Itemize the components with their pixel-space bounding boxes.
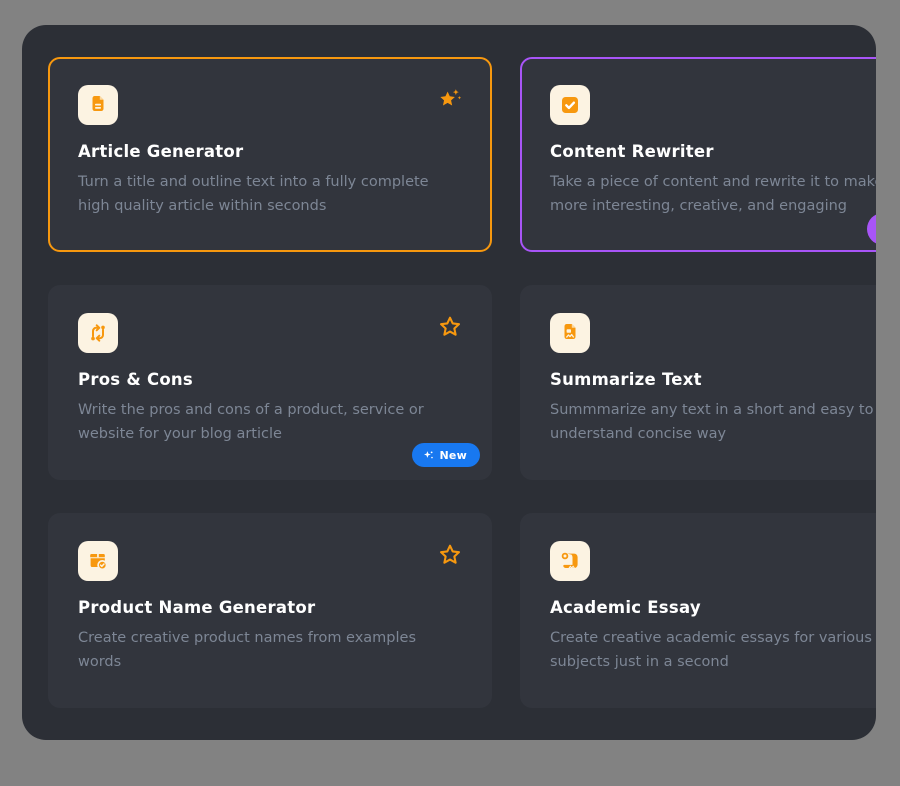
tool-card-content-rewriter[interactable]: Content Rewriter Take a piece of content…	[520, 57, 876, 252]
favorite-star-outline-icon[interactable]	[436, 313, 464, 341]
tool-card-product-name-generator[interactable]: Product Name Generator Create creative p…	[48, 513, 492, 708]
card-title: Pros & Cons	[78, 370, 462, 389]
card-description: Write the pros and cons of a product, se…	[78, 398, 462, 446]
card-description: Create creative product names from examp…	[78, 626, 462, 674]
card-title: Content Rewriter	[550, 142, 876, 161]
article-document-icon	[78, 85, 118, 125]
sparkles-icon	[423, 450, 434, 461]
product-box-check-icon	[78, 541, 118, 581]
tool-card-academic-essay[interactable]: Academic Essay Create creative academic …	[520, 513, 876, 708]
new-badge-label: New	[440, 449, 468, 462]
summary-document-icon	[550, 313, 590, 353]
tool-card-grid: Article Generator Turn a title and outli…	[22, 25, 876, 708]
tool-card-summarize-text[interactable]: Summarize Text Summmarize any text in a …	[520, 285, 876, 480]
swap-arrows-icon	[78, 313, 118, 353]
card-title: Product Name Generator	[78, 598, 462, 617]
tools-panel: Article Generator Turn a title and outli…	[22, 25, 876, 740]
card-description: Turn a title and outline text into a ful…	[78, 170, 462, 218]
card-description: Summmarize any text in a short and easy …	[550, 398, 876, 446]
checkbox-check-icon	[550, 85, 590, 125]
card-title: Article Generator	[78, 142, 462, 161]
scroll-icon	[550, 541, 590, 581]
new-badge: New	[412, 443, 481, 467]
tool-card-pros-and-cons[interactable]: Pros & Cons Write the pros and cons of a…	[48, 285, 492, 480]
favorite-star-outline-icon[interactable]	[436, 541, 464, 569]
favorite-star-filled-icon[interactable]	[436, 85, 464, 113]
card-description: Take a piece of content and rewrite it t…	[550, 170, 876, 218]
card-title: Summarize Text	[550, 370, 876, 389]
card-description: Create creative academic essays for vari…	[550, 626, 876, 674]
tool-card-article-generator[interactable]: Article Generator Turn a title and outli…	[48, 57, 492, 252]
card-title: Academic Essay	[550, 598, 876, 617]
